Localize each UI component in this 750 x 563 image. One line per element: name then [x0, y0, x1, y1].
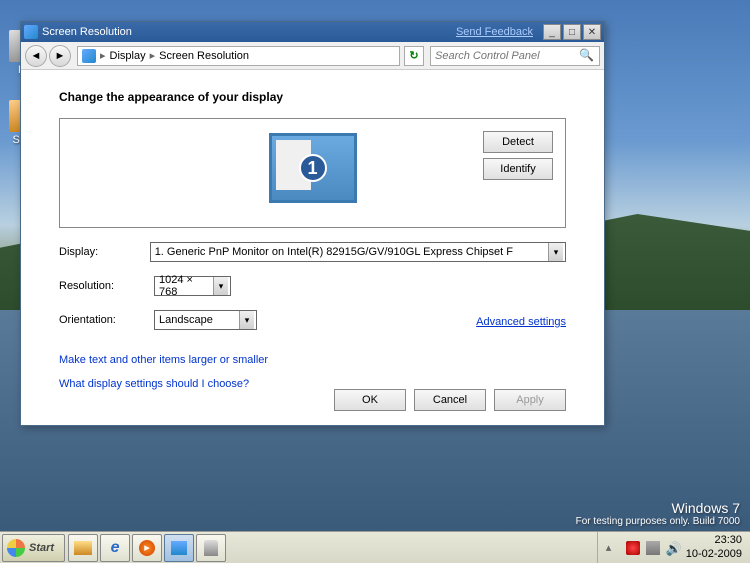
time-text: 23:30: [686, 534, 742, 547]
display-icon: [82, 49, 96, 63]
display-label: Display:: [59, 246, 150, 258]
back-button[interactable]: ◄: [25, 45, 47, 67]
breadcrumb-item[interactable]: Display: [110, 50, 146, 62]
identify-button[interactable]: Identify: [483, 158, 553, 180]
text-size-link[interactable]: Make text and other items larger or smal…: [59, 354, 268, 366]
send-feedback-link[interactable]: Send Feedback: [456, 26, 533, 38]
apply-button[interactable]: Apply: [494, 389, 566, 411]
ok-button[interactable]: OK: [334, 389, 406, 411]
search-box[interactable]: 🔍: [430, 46, 600, 66]
arrow-right-icon: ►: [55, 50, 66, 62]
help-link[interactable]: What display settings should I choose?: [59, 378, 249, 390]
monitor-thumbnail[interactable]: 1: [269, 133, 357, 203]
chevron-right-icon: ▸: [100, 49, 106, 62]
orientation-select[interactable]: Landscape: [154, 310, 257, 330]
resolution-label: Resolution:: [59, 280, 154, 292]
arrow-left-icon: ◄: [31, 50, 42, 62]
resolution-value: 1024 × 768: [159, 274, 212, 298]
volume-icon[interactable]: 🔊: [666, 541, 680, 555]
orientation-label: Orientation:: [59, 314, 154, 326]
maximize-button[interactable]: □: [563, 24, 581, 40]
windows-watermark: Windows 7 For testing purposes only. Bui…: [576, 500, 740, 527]
refresh-icon: ↻: [409, 49, 418, 62]
start-label: Start: [29, 542, 54, 554]
system-tray: ▴ 🔊 23:30 10-02-2009: [597, 532, 750, 563]
taskbar: Start e ▸ ▴ 🔊 23:30 10-02-2009: [0, 531, 750, 563]
orientation-value: Landscape: [159, 314, 213, 326]
search-icon[interactable]: 🔍: [579, 48, 595, 64]
chevron-right-icon: ▸: [150, 49, 156, 62]
taskbar-item-explorer[interactable]: [68, 534, 98, 562]
taskbar-item-media-player[interactable]: ▸: [132, 534, 162, 562]
refresh-button[interactable]: ↻: [404, 46, 424, 66]
monitor-preview-box: 1 Detect Identify: [59, 118, 566, 228]
window-title: Screen Resolution: [42, 26, 456, 38]
breadcrumb[interactable]: ▸ Display ▸ Screen Resolution: [77, 46, 400, 66]
windows-logo-icon: [7, 539, 25, 557]
page-heading: Change the appearance of your display: [59, 90, 566, 104]
date-text: 10-02-2009: [686, 548, 742, 561]
tray-expand-icon[interactable]: ▴: [606, 541, 620, 555]
taskbar-item-control-panel[interactable]: [164, 534, 194, 562]
taskbar-item-paint[interactable]: [196, 534, 226, 562]
media-player-icon: ▸: [139, 540, 155, 556]
security-icon[interactable]: [626, 541, 640, 555]
folder-icon: [74, 541, 92, 555]
detect-button[interactable]: Detect: [483, 131, 553, 153]
ie-icon: e: [111, 539, 120, 557]
network-icon[interactable]: [646, 541, 660, 555]
advanced-settings-link[interactable]: Advanced settings: [476, 316, 566, 328]
titlebar[interactable]: Screen Resolution Send Feedback _ □ ✕: [21, 22, 604, 42]
minimize-button[interactable]: _: [543, 24, 561, 40]
forward-button[interactable]: ►: [49, 45, 71, 67]
monitor-number-badge: 1: [299, 154, 327, 182]
start-button[interactable]: Start: [2, 534, 65, 562]
paint-icon: [204, 540, 218, 556]
resolution-select[interactable]: 1024 × 768: [154, 276, 231, 296]
cancel-button[interactable]: Cancel: [414, 389, 486, 411]
display-select[interactable]: 1. Generic PnP Monitor on Intel(R) 82915…: [150, 242, 566, 262]
display-icon: [171, 541, 187, 555]
window-icon: [24, 25, 38, 39]
close-button[interactable]: ✕: [583, 24, 601, 40]
display-value: 1. Generic PnP Monitor on Intel(R) 82915…: [155, 246, 513, 258]
screen-resolution-window: Screen Resolution Send Feedback _ □ ✕ ◄ …: [20, 21, 605, 426]
search-input[interactable]: [435, 50, 579, 62]
clock[interactable]: 23:30 10-02-2009: [686, 534, 742, 560]
watermark-subtitle: For testing purposes only. Build 7000: [576, 516, 740, 527]
taskbar-item-ie[interactable]: e: [100, 534, 130, 562]
watermark-title: Windows 7: [576, 500, 740, 516]
breadcrumb-item[interactable]: Screen Resolution: [159, 50, 249, 62]
content-area: Change the appearance of your display 1 …: [21, 70, 604, 410]
navigation-bar: ◄ ► ▸ Display ▸ Screen Resolution ↻ 🔍: [21, 42, 604, 70]
